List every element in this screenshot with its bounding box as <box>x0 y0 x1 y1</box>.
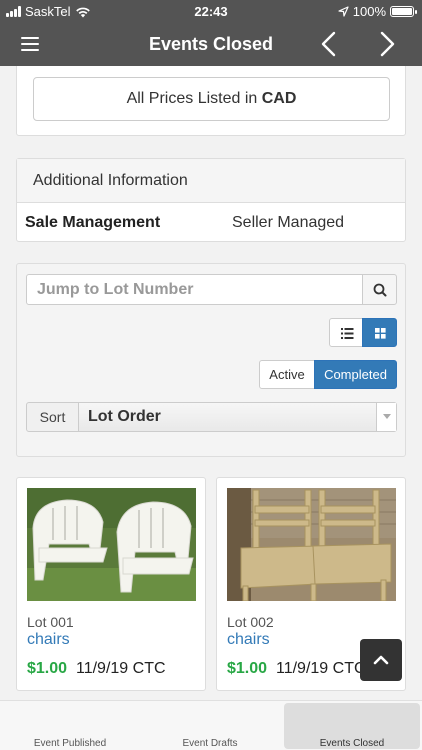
sort-label: Sort <box>26 402 79 432</box>
battery-percent: 100% <box>352 4 386 19</box>
location-arrow-icon <box>338 6 349 17</box>
info-row: Sale Management Seller Managed <box>17 203 405 241</box>
lot-number: Lot 002 <box>227 614 274 630</box>
status-bar: SaskTel 22:43 100% <box>0 0 422 22</box>
wooden-chairs-photo <box>227 488 396 601</box>
currency-prefix: All Prices Listed in <box>126 90 258 107</box>
filter-panel: Active Completed Sort Lot Order <box>16 263 406 457</box>
chevron-right-icon[interactable] <box>372 28 402 60</box>
search-icon <box>373 283 387 297</box>
scroll-content[interactable]: All Prices Listed in CAD Additional Info… <box>0 66 422 700</box>
lot-title-link[interactable]: chairs <box>227 631 270 649</box>
chevron-left-icon[interactable] <box>314 28 344 60</box>
bottom-tab-bar: Event Published Event Drafts Events Clos… <box>0 700 422 750</box>
status-active-button[interactable]: Active <box>259 360 315 389</box>
chevron-up-icon <box>373 655 389 665</box>
jump-to-lot-input[interactable] <box>26 274 363 305</box>
status-completed-button[interactable]: Completed <box>314 360 397 389</box>
pricing-card: All Prices Listed in CAD <box>16 66 406 136</box>
lot-date: 11/9/19 CTC <box>276 660 366 677</box>
plastic-chairs-photo <box>27 488 196 601</box>
sort-select[interactable]: Lot Order <box>78 402 397 432</box>
dropdown-arrow-icon <box>376 403 396 431</box>
list-view-button[interactable] <box>329 318 363 347</box>
lot-card[interactable]: Lot 001 chairs $1.00 11/9/19 CTC <box>16 477 206 691</box>
sort-value: Lot Order <box>88 408 161 425</box>
grid-view-button[interactable] <box>362 318 397 347</box>
status-right: 100% <box>338 4 417 19</box>
tab-event-published[interactable]: Event Published <box>0 701 140 750</box>
page-title: Events Closed <box>148 34 274 54</box>
nav-bar: Events Closed <box>0 22 422 66</box>
lot-date: 11/9/19 CTC <box>76 660 166 677</box>
sale-management-label: Sale Management <box>25 214 161 231</box>
lot-number: Lot 001 <box>27 614 74 630</box>
tab-events-closed[interactable]: Events Closed <box>284 703 420 749</box>
grid-view-icon <box>375 328 386 339</box>
lot-image[interactable] <box>27 488 196 601</box>
tab-event-drafts[interactable]: Event Drafts <box>140 701 280 750</box>
currency-code: CAD <box>261 90 297 107</box>
lot-price: $1.00 <box>27 660 68 677</box>
additional-info-card: Additional Information Sale Management S… <box>16 158 406 242</box>
battery-icon <box>390 6 417 17</box>
sale-management-value: Seller Managed <box>232 214 345 231</box>
lot-image[interactable] <box>227 488 396 601</box>
lot-title-link[interactable]: chairs <box>27 631 70 649</box>
scroll-to-top-button[interactable] <box>360 639 402 681</box>
search-button[interactable] <box>362 274 397 305</box>
currency-notice: All Prices Listed in CAD <box>33 77 390 121</box>
lot-price: $1.00 <box>227 660 268 677</box>
additional-info-heading: Additional Information <box>17 159 405 203</box>
list-view-icon <box>341 328 354 339</box>
